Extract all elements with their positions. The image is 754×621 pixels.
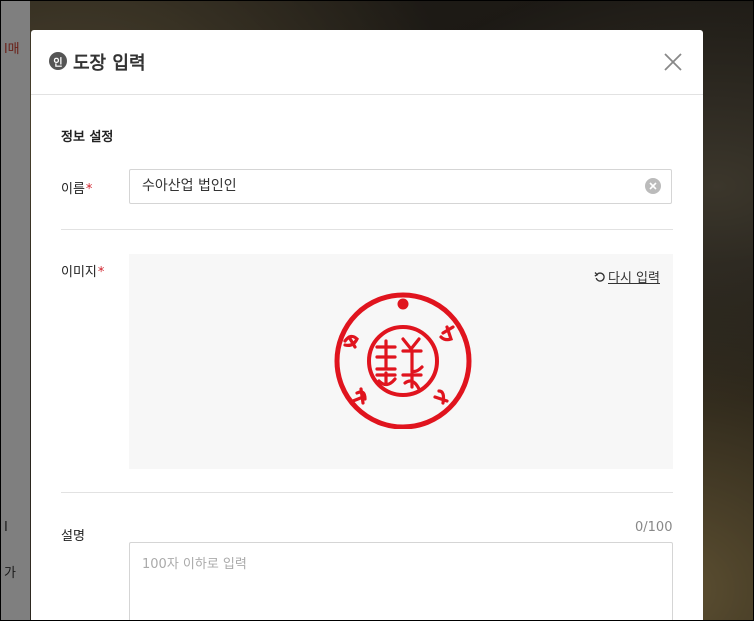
redo-input-link[interactable]: 다시 입력 bbox=[594, 267, 660, 286]
divider bbox=[61, 229, 673, 230]
name-label-text: 이름 bbox=[61, 182, 85, 197]
clear-input-icon[interactable] bbox=[645, 178, 661, 194]
divider bbox=[61, 492, 673, 493]
stamp-input-dialog: 인 도장 입력 정보 설정 이름* 수아산업 법인인 이미지* 다시 입력 설명… bbox=[31, 30, 703, 621]
close-icon[interactable] bbox=[659, 48, 687, 76]
character-counter: 0/100 bbox=[635, 520, 673, 535]
section-title: 정보 설정 bbox=[61, 130, 114, 145]
undo-icon bbox=[594, 271, 605, 282]
stamp-badge-icon: 인 bbox=[49, 52, 67, 70]
description-label: 설명 bbox=[61, 529, 85, 544]
seal-stamp-image bbox=[334, 292, 472, 429]
name-input[interactable]: 수아산업 법인인 bbox=[129, 169, 672, 204]
name-label: 이름* bbox=[61, 178, 92, 197]
description-textarea[interactable] bbox=[129, 542, 673, 621]
image-label-text: 이미지 bbox=[61, 265, 97, 280]
required-mark: * bbox=[85, 182, 93, 197]
image-label: 이미지* bbox=[61, 261, 104, 280]
dialog-header: 인 도장 입력 bbox=[31, 30, 703, 95]
dialog-title: 도장 입력 bbox=[73, 53, 146, 74]
redo-input-label: 다시 입력 bbox=[608, 271, 660, 286]
required-mark: * bbox=[97, 265, 105, 280]
